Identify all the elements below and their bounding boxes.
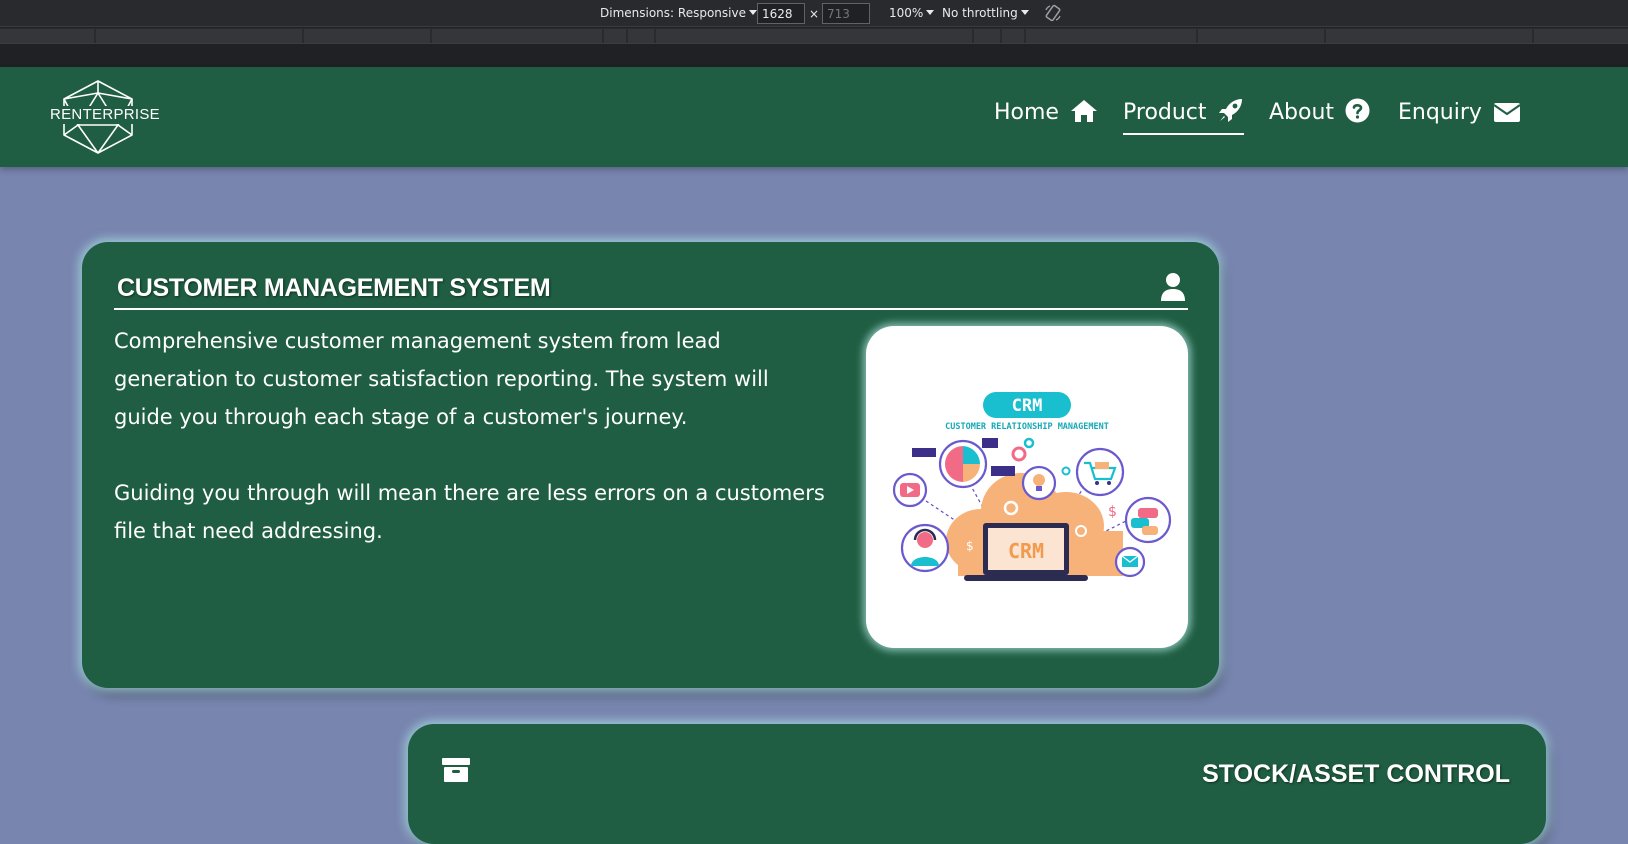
nav-enquiry[interactable]: Enquiry [1398,95,1521,135]
crm-illustration: CRM CUSTOMER RELATIONSHIP MANAGEMENT $ C… [866,326,1188,648]
zoom-dropdown[interactable]: 100% [889,6,935,20]
media-query-segment[interactable] [656,29,972,43]
crm-subtitle: CUSTOMER RELATIONSHIP MANAGEMENT [945,422,1109,432]
card-title: STOCK/ASSET CONTROL [1202,760,1510,788]
archive-icon [442,758,470,782]
site-header: RENTERPRISE Home Product About Enquiry [0,67,1628,167]
crm-badge-text: CRM [1012,396,1043,416]
question-circle-icon [1345,98,1370,123]
media-query-segment[interactable] [1198,29,1324,43]
dimensions-label: Dimensions: Responsive [600,6,746,20]
card-title: CUSTOMER MANAGEMENT SYSTEM [117,274,551,302]
logo-text: RENTERPRISE [50,106,160,124]
height-input[interactable] [822,3,870,24]
nav-product-label: Product [1123,100,1207,125]
chevron-down-icon [926,10,935,15]
chevron-down-icon [748,10,757,15]
rotate-icon[interactable] [1044,4,1062,22]
home-icon [1070,100,1097,122]
nav-home-label: Home [994,100,1059,125]
user-icon [1161,273,1185,301]
crm-illustration-svg: CRM CUSTOMER RELATIONSHIP MANAGEMENT $ C… [892,392,1172,581]
media-query-segment[interactable] [604,29,626,43]
nav-about[interactable]: About [1269,95,1370,135]
media-query-segment[interactable] [1026,29,1196,43]
media-query-segment[interactable] [1326,29,1532,43]
svg-text:$: $ [966,539,974,553]
nav-home[interactable]: Home [994,95,1098,135]
times-sign: × [809,7,820,21]
media-query-segment[interactable] [628,29,654,43]
card-header: CUSTOMER MANAGEMENT SYSTEM [114,272,1188,310]
envelope-icon [1493,103,1521,122]
media-query-segment[interactable] [0,29,94,43]
dimensions-dropdown[interactable]: Dimensions: Responsive [600,6,757,20]
media-query-bar[interactable] [0,28,1628,44]
throttling-dropdown[interactable]: No throttling [942,6,1029,20]
card-paragraph: Comprehensive customer management system… [114,329,769,429]
media-query-segment[interactable] [1534,29,1628,43]
throttling-label: No throttling [942,6,1018,20]
devtools-panel: Dimensions: Responsive × 100% No throttl… [0,0,1628,67]
rocket-icon [1218,99,1242,122]
nav-about-label: About [1269,100,1335,125]
card-paragraph: Guiding you through will mean there are … [114,481,825,543]
card-description: Comprehensive customer management system… [114,322,834,588]
nav-product[interactable]: Product [1123,95,1244,135]
width-input[interactable] [757,3,805,24]
product-card-stock: STOCK/ASSET CONTROL [408,724,1546,844]
svg-text:$: $ [1108,504,1117,520]
media-query-segment[interactable] [96,29,302,43]
media-query-segment[interactable] [1002,29,1024,43]
zoom-label: 100% [889,6,924,20]
media-query-segment[interactable] [304,29,430,43]
chevron-down-icon [1020,10,1029,15]
media-query-segment[interactable] [432,29,602,43]
laptop-screen-text: CRM [1008,539,1044,563]
device-toolbar: Dimensions: Responsive × 100% No throttl… [0,0,1628,27]
logo[interactable]: RENTERPRISE [50,79,160,155]
nav-enquiry-label: Enquiry [1398,100,1482,125]
media-query-segment[interactable] [974,29,1000,43]
product-card-crm: CUSTOMER MANAGEMENT SYSTEM Comprehensive… [82,242,1219,688]
